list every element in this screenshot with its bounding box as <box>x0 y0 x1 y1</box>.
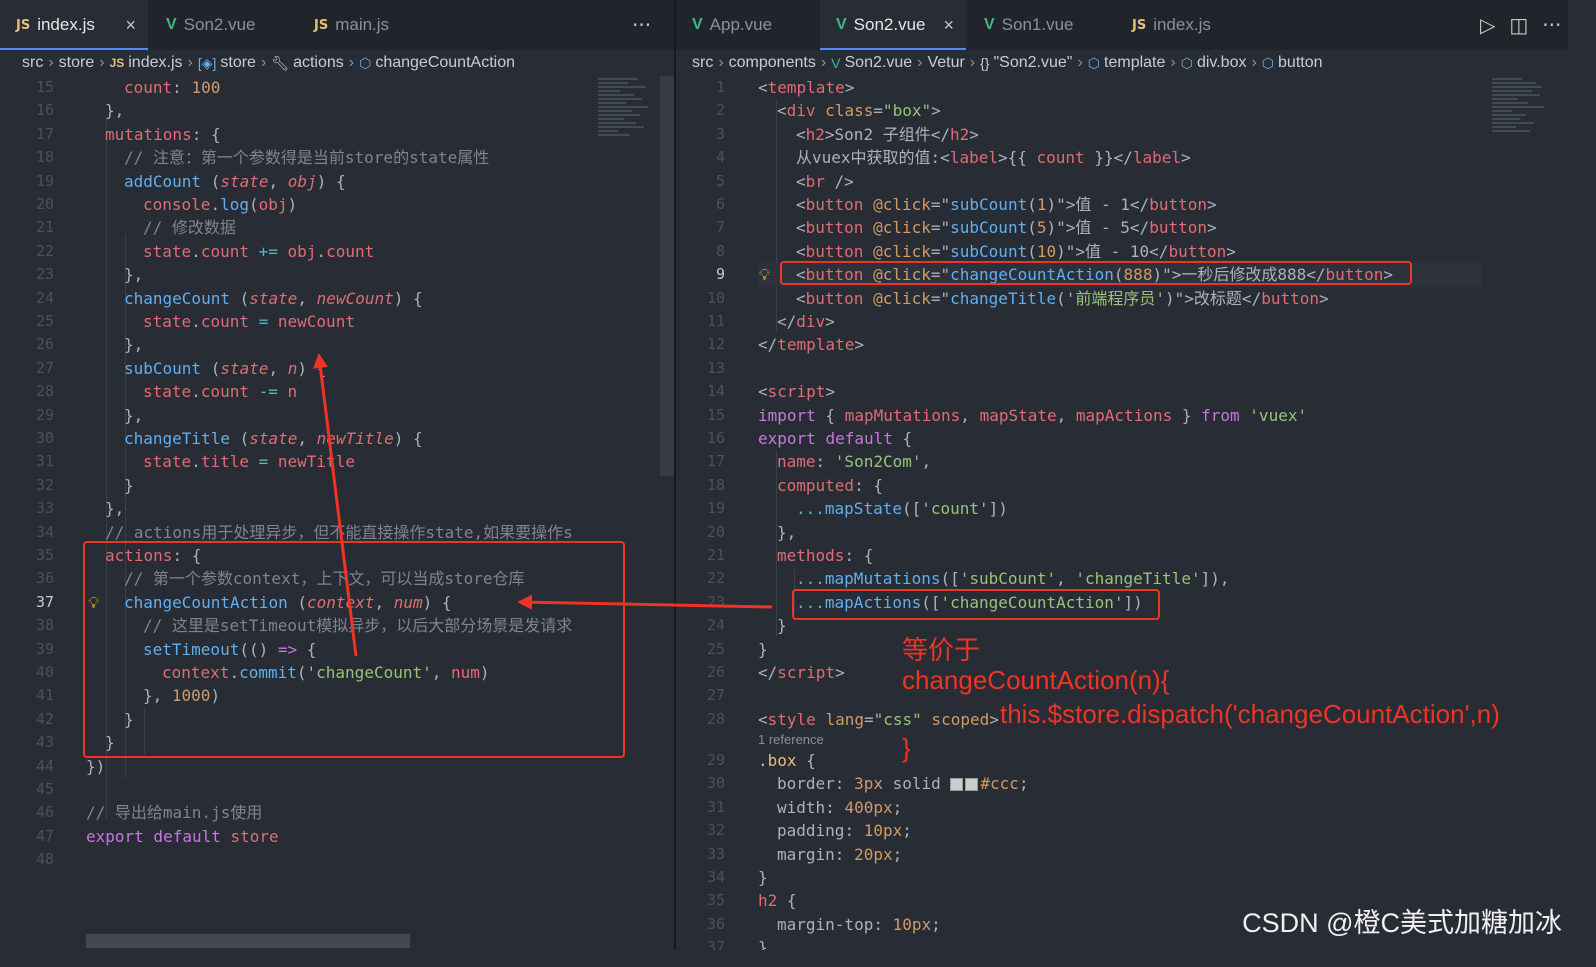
watermark: CSDN @橙C美式加糖加冰 <box>1242 908 1562 938</box>
arrow-to-action <box>517 594 773 610</box>
annotation-arrows <box>313 353 773 657</box>
arrow-to-mutation <box>313 353 358 657</box>
